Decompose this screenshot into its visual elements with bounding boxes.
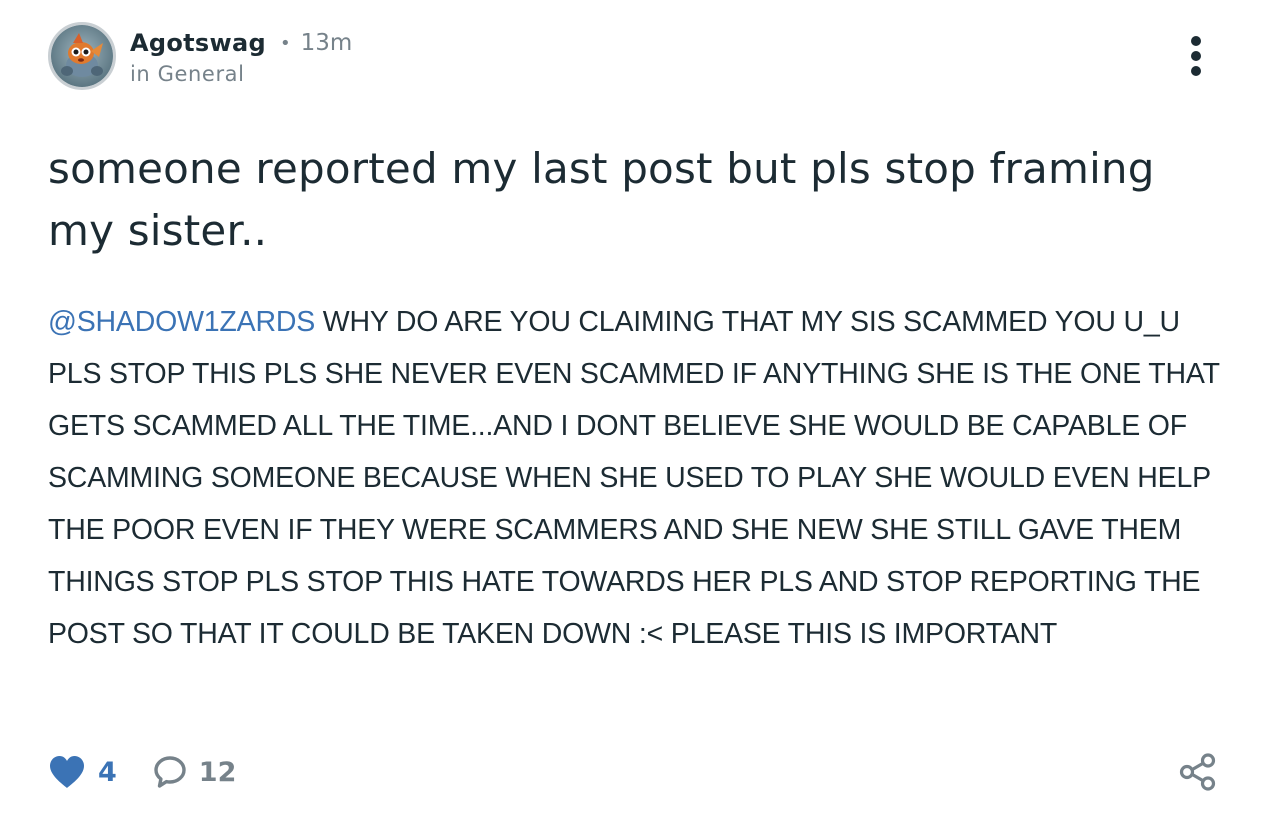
post-meta: Agotswag • 13m in General bbox=[130, 26, 352, 86]
share-button[interactable] bbox=[1178, 752, 1218, 796]
avatar[interactable] bbox=[48, 22, 116, 90]
goldfish-avatar-image bbox=[51, 25, 113, 87]
post-header: Agotswag • 13m in General bbox=[48, 20, 352, 92]
post-body-text: WHY DO ARE YOU CLAIMING THAT MY SIS SCAM… bbox=[48, 306, 1220, 650]
vertical-ellipsis-icon bbox=[1191, 36, 1201, 76]
author-line: Agotswag • 13m bbox=[130, 26, 352, 60]
comment-count: 12 bbox=[198, 756, 237, 788]
comment-button[interactable]: 12 bbox=[153, 755, 237, 789]
post-card: Agotswag • 13m in General someone report… bbox=[0, 0, 1264, 824]
user-mention-link[interactable]: @SHADOW1ZARDS bbox=[48, 306, 315, 338]
post-body: @SHADOW1ZARDS WHY DO ARE YOU CLAIMING TH… bbox=[48, 296, 1228, 660]
meta-separator: • bbox=[279, 32, 291, 54]
community-label[interactable]: in General bbox=[130, 62, 352, 86]
post-time: 13m bbox=[300, 30, 353, 56]
like-count: 4 bbox=[98, 756, 117, 788]
author-name[interactable]: Agotswag bbox=[130, 29, 266, 57]
speech-bubble-icon bbox=[154, 756, 186, 788]
post-actions: 4 12 bbox=[48, 746, 1218, 798]
heart-icon bbox=[50, 756, 84, 788]
like-button[interactable]: 4 bbox=[48, 755, 117, 789]
post-title: someone reported my last post but pls st… bbox=[48, 144, 1155, 255]
more-options-button[interactable] bbox=[1180, 34, 1212, 80]
share-icon bbox=[1179, 753, 1216, 791]
